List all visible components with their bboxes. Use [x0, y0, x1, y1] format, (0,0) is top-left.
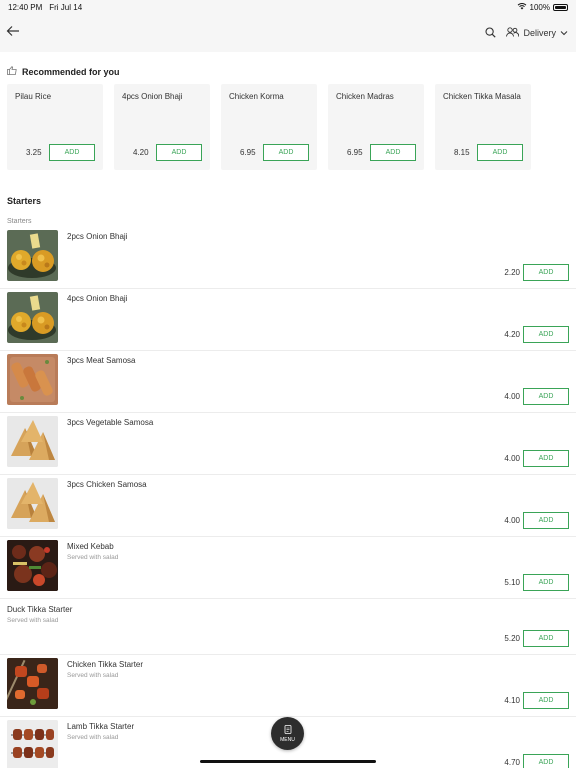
recommended-title: Recommended for you [22, 66, 120, 77]
menu-item[interactable]: 3pcs Meat Samosa 4.00 ADD [0, 351, 576, 413]
battery-icon [553, 3, 568, 11]
recommended-item-price: 6.95 [347, 148, 363, 157]
food-image [7, 478, 58, 529]
recommended-list: Pilau Rice 3.25 ADD 4pcs Onion Bhaji 4.20 ADD… [0, 77, 576, 170]
add-button[interactable]: ADD [523, 512, 569, 529]
recommended-card[interactable]: Chicken Madras 6.95 ADD [328, 84, 424, 170]
search-icon[interactable] [485, 26, 497, 40]
nav-bar: Delivery [0, 14, 576, 52]
status-right: 100% [517, 2, 568, 12]
battery-fill [555, 5, 566, 9]
menu-item-price: 5.20 [504, 634, 520, 643]
menu-list: 2pcs Onion Bhaji 2.20 ADD 4pcs Onion Bhaji 4… [0, 227, 576, 768]
recommended-item-name: Chicken Korma [229, 92, 284, 101]
recommended-header: Recommended for you [0, 52, 576, 77]
status-date: Fri Jul 14 [49, 2, 83, 12]
menu-item[interactable]: Mixed Kebab Served with salad 5.10 ADD [0, 537, 576, 599]
recommended-item-name: Chicken Tikka Masala [443, 92, 521, 101]
food-image [7, 292, 58, 343]
add-button[interactable]: ADD [523, 388, 569, 405]
menu-item[interactable]: Chicken Tikka Starter Served with salad 4.… [0, 655, 576, 717]
chevron-down-icon [560, 28, 568, 38]
menu-item-name: 2pcs Onion Bhaji [67, 232, 128, 241]
menu-item[interactable]: 4pcs Onion Bhaji 4.20 ADD [0, 289, 576, 351]
add-button[interactable]: ADD [523, 326, 569, 343]
menu-item-name: Chicken Tikka Starter [67, 660, 144, 669]
menu-item-price: 4.00 [504, 516, 520, 525]
status-time: 12:40 PM [8, 2, 43, 12]
menu-item-price: 4.70 [504, 758, 520, 767]
status-bar: 12:40 PM Fri Jul 14 100% [0, 0, 576, 14]
menu-item-name: 4pcs Onion Bhaji [67, 294, 128, 303]
menu-fab-label: MENU [280, 736, 295, 743]
menu-item-name: 3pcs Meat Samosa [67, 356, 136, 365]
menu-item-name: Lamb Tikka Starter [67, 722, 135, 731]
menu-item-price: 4.20 [504, 330, 520, 339]
menu-item-price: 2.20 [504, 268, 520, 277]
document-icon [284, 724, 292, 736]
menu-item[interactable]: 3pcs Chicken Samosa 4.00 ADD [0, 475, 576, 537]
recommended-item-price: 4.20 [133, 148, 149, 157]
menu-item-name: Duck Tikka Starter [7, 605, 73, 614]
menu-item[interactable]: 3pcs Vegetable Samosa 4.00 ADD [0, 413, 576, 475]
section-subtitle: Starters [7, 218, 32, 225]
menu-item-price: 4.10 [504, 696, 520, 705]
recommended-item-name: Chicken Madras [336, 92, 394, 101]
recommended-card[interactable]: Pilau Rice 3.25 ADD [7, 84, 103, 170]
status-left: 12:40 PM Fri Jul 14 [8, 3, 82, 12]
menu-item-description: Served with salad [67, 734, 119, 741]
food-image [7, 354, 58, 405]
menu-item-price: 4.00 [504, 454, 520, 463]
add-button[interactable]: ADD [156, 144, 202, 161]
battery-percent: 100% [529, 2, 550, 12]
food-image [7, 720, 58, 768]
recommended-item-price: 6.95 [240, 148, 256, 157]
section-title: Starters [7, 196, 42, 206]
add-button[interactable]: ADD [523, 692, 569, 709]
add-button[interactable]: ADD [370, 144, 416, 161]
menu-item-name: 3pcs Chicken Samosa [67, 480, 147, 489]
recommended-item-name: 4pcs Onion Bhaji [122, 92, 183, 101]
menu-item-name: 3pcs Vegetable Samosa [67, 418, 154, 427]
recommended-card[interactable]: 4pcs Onion Bhaji 4.20 ADD [114, 84, 210, 170]
menu-item-description: Served with salad [67, 554, 119, 561]
delivery-selector[interactable]: Delivery [506, 27, 568, 39]
wifi-icon [517, 2, 527, 12]
back-arrow-icon[interactable] [6, 24, 20, 42]
recommended-card[interactable]: Chicken Tikka Masala 8.15 ADD [435, 84, 531, 170]
add-button[interactable]: ADD [49, 144, 95, 161]
add-button[interactable]: ADD [523, 754, 569, 768]
add-button[interactable]: ADD [523, 450, 569, 467]
food-image [7, 230, 58, 281]
add-button[interactable]: ADD [523, 574, 569, 591]
add-button[interactable]: ADD [477, 144, 523, 161]
recommended-card[interactable]: Chicken Korma 6.95 ADD [221, 84, 317, 170]
food-image [7, 416, 58, 467]
menu-item-description: Served with salad [67, 672, 119, 679]
add-button[interactable]: ADD [523, 630, 569, 647]
menu-item[interactable]: 2pcs Onion Bhaji 2.20 ADD [0, 227, 576, 289]
add-button[interactable]: ADD [263, 144, 309, 161]
menu-item[interactable]: Duck Tikka Starter Served with salad 5.20 A… [0, 599, 576, 655]
recommended-item-price: 8.15 [454, 148, 470, 157]
menu-item-price: 4.00 [504, 392, 520, 401]
nav-actions: Delivery [485, 26, 568, 40]
delivery-label: Delivery [523, 28, 556, 38]
recommended-item-price: 3.25 [26, 148, 42, 157]
home-indicator [200, 760, 376, 763]
food-image [7, 658, 58, 709]
add-button[interactable]: ADD [523, 264, 569, 281]
recommended-item-name: Pilau Rice [15, 92, 52, 101]
delivery-people-icon [506, 27, 520, 39]
menu-item-price: 5.10 [504, 578, 520, 587]
thumbs-up-icon [7, 66, 17, 77]
menu-item-name: Mixed Kebab [67, 542, 114, 551]
menu-item-description: Served with salad [7, 617, 59, 624]
food-image [7, 540, 58, 591]
menu-fab-button[interactable]: MENU [271, 717, 304, 750]
